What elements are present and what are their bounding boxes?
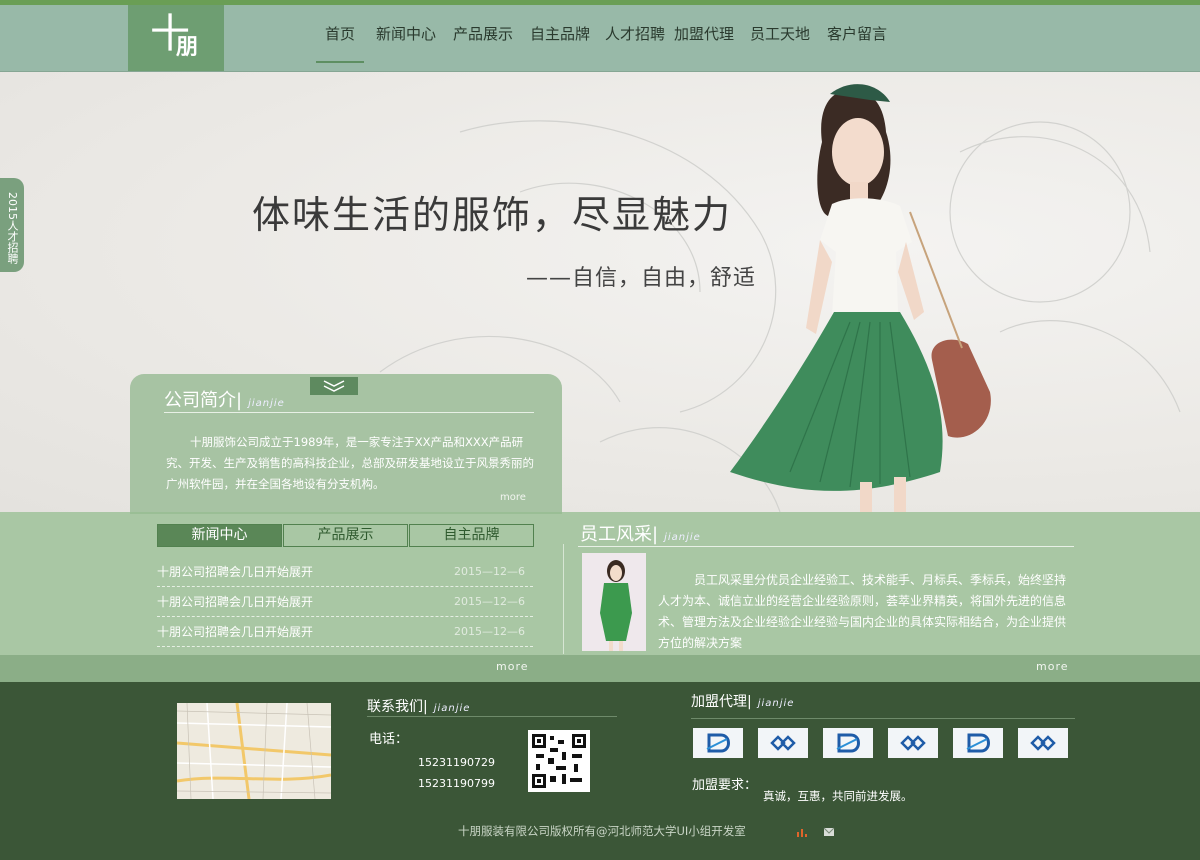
recruit-side-tab[interactable]: 2015人才招聘 — [0, 178, 24, 272]
nav-products[interactable]: 产品展示 — [451, 5, 515, 63]
news-item[interactable]: 十朋公司招聘会几日开始展开 2015—12—6 — [157, 617, 533, 647]
news-item[interactable]: 十朋公司招聘会几日开始展开 2015—12—6 — [157, 587, 533, 617]
mail-icon[interactable] — [823, 826, 835, 838]
tab-news[interactable]: 新闻中心 — [157, 524, 282, 547]
hero-title: 体味生活的服饰，尽显魅力 — [252, 193, 733, 237]
intro-title: 公司简介| jianjie — [164, 390, 285, 411]
nav-news[interactable]: 新闻中心 — [374, 5, 438, 63]
intro-title-en: jianjie — [248, 398, 285, 409]
news-more-link[interactable]: more — [496, 660, 529, 673]
join-title: 加盟代理| jianjie — [691, 694, 795, 710]
divider — [578, 546, 1074, 547]
divider — [563, 544, 564, 654]
phone-label: 电话： — [369, 732, 409, 747]
logo-char-2: 朋 — [176, 35, 199, 60]
tab-brand[interactable]: 自主品牌 — [409, 524, 534, 547]
partner-logo[interactable] — [1018, 728, 1068, 758]
partner-logo[interactable] — [758, 728, 808, 758]
phone-number: 15231190729 — [418, 756, 495, 769]
staff-more-link[interactable]: more — [1036, 660, 1069, 673]
site-footer: 联系我们| jianjie 电话： 15231190729 15231190799… — [0, 682, 1200, 860]
contact-title-en: jianjie — [433, 703, 471, 714]
join-requirements: 真诚，互惠，共同前进发展。 — [763, 789, 913, 803]
news-tabs: 新闻中心 产品展示 自主品牌 — [157, 524, 535, 547]
nav-brand[interactable]: 自主品牌 — [528, 5, 592, 63]
news-date: 2015—12—6 — [454, 565, 525, 578]
site-logo[interactable]: 十 朋 — [128, 5, 224, 71]
join-title-en: jianjie — [757, 698, 795, 709]
hero-subtitle: ——自信，自由，舒适 — [526, 266, 757, 291]
nav-home[interactable]: 首页 — [316, 5, 364, 63]
stats-icon[interactable] — [796, 826, 808, 838]
news-title: 十朋公司招聘会几日开始展开 — [157, 565, 314, 579]
news-list: 十朋公司招聘会几日开始展开 2015—12—6 十朋公司招聘会几日开始展开 20… — [157, 557, 533, 647]
staff-photo[interactable] — [582, 553, 646, 651]
partner-logo[interactable] — [693, 728, 743, 758]
divider — [691, 718, 1075, 719]
contact-title: 联系我们| jianjie — [367, 699, 471, 715]
model-figure — [730, 84, 991, 512]
staff-title-en: jianjie — [664, 532, 701, 543]
tab-products[interactable]: 产品展示 — [283, 524, 408, 547]
divider — [164, 412, 534, 413]
news-date: 2015—12—6 — [454, 595, 525, 608]
nav-recruit[interactable]: 人才招聘 — [605, 5, 665, 63]
company-intro-panel: 公司简介| jianjie 十朋服饰公司成立于1989年，是一家专注于XX产品和X… — [130, 374, 562, 514]
partner-logos — [693, 728, 1083, 758]
partner-logo[interactable] — [888, 728, 938, 758]
nav-message[interactable]: 客户留言 — [827, 5, 887, 63]
news-title: 十朋公司招聘会几日开始展开 — [157, 595, 314, 609]
collapse-toggle-button[interactable] — [310, 377, 358, 395]
intro-more-link[interactable]: more — [500, 492, 526, 503]
nav-franchise[interactable]: 加盟代理 — [674, 5, 734, 63]
staff-text: 员工风采里分优员企业经验工、技术能手、月标兵、季标兵，始终坚持人才为本、诚信立业… — [658, 573, 1067, 650]
site-header: 十 朋 首页 新闻中心 产品展示 自主品牌 人才招聘 加盟代理 员工天地 客户留… — [0, 5, 1200, 72]
phone-number: 15231190799 — [418, 777, 495, 790]
divider — [367, 716, 617, 717]
partner-logo[interactable] — [823, 728, 873, 758]
staff-title: 员工风采| jianjie — [580, 524, 701, 545]
nav-staff[interactable]: 员工天地 — [750, 5, 810, 63]
copyright: 十朋服装有限公司版权所有@河北师范大学UI小组开发室 — [458, 824, 746, 838]
join-requirements-label: 加盟要求： — [692, 778, 758, 793]
news-title: 十朋公司招聘会几日开始展开 — [157, 625, 314, 639]
main-nav: 首页 新闻中心 产品展示 自主品牌 人才招聘 加盟代理 员工天地 客户留言 — [316, 5, 887, 72]
double-chevron-down-icon — [323, 380, 345, 392]
qr-code — [528, 730, 590, 792]
partner-logo[interactable] — [953, 728, 1003, 758]
news-date: 2015—12—6 — [454, 625, 525, 638]
news-item[interactable]: 十朋公司招聘会几日开始展开 2015—12—6 — [157, 557, 533, 587]
intro-text: 十朋服饰公司成立于1989年，是一家专注于XX产品和XXX产品研究、开发、生产及… — [166, 435, 534, 491]
content-band-bottom — [0, 655, 1200, 682]
location-map[interactable] — [177, 703, 331, 799]
